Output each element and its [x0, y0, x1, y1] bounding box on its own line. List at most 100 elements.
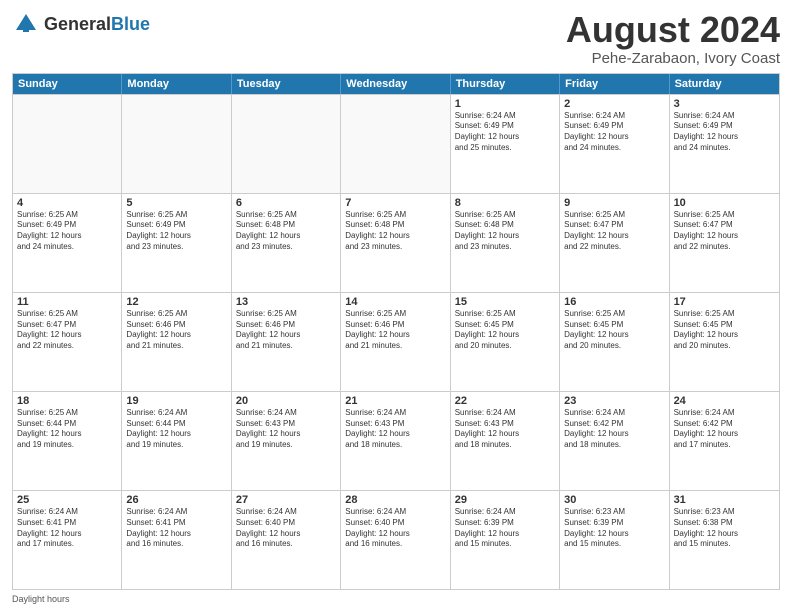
cal-cell: 16Sunrise: 6:25 AM Sunset: 6:45 PM Dayli… [560, 293, 669, 391]
day-number: 2 [564, 98, 664, 110]
day-number: 9 [564, 197, 664, 209]
cal-cell: 20Sunrise: 6:24 AM Sunset: 6:43 PM Dayli… [232, 392, 341, 490]
cell-text: Sunrise: 6:24 AM Sunset: 6:40 PM Dayligh… [236, 507, 336, 550]
cal-row-4: 25Sunrise: 6:24 AM Sunset: 6:41 PM Dayli… [13, 490, 779, 589]
cell-text: Sunrise: 6:24 AM Sunset: 6:40 PM Dayligh… [345, 507, 445, 550]
cal-cell: 22Sunrise: 6:24 AM Sunset: 6:43 PM Dayli… [451, 392, 560, 490]
day-number: 1 [455, 98, 555, 110]
cal-cell: 3Sunrise: 6:24 AM Sunset: 6:49 PM Daylig… [670, 95, 779, 193]
cal-cell: 28Sunrise: 6:24 AM Sunset: 6:40 PM Dayli… [341, 491, 450, 589]
cal-cell: 12Sunrise: 6:25 AM Sunset: 6:46 PM Dayli… [122, 293, 231, 391]
day-number: 29 [455, 494, 555, 506]
cell-text: Sunrise: 6:24 AM Sunset: 6:42 PM Dayligh… [564, 408, 664, 451]
header-cell-saturday: Saturday [670, 74, 779, 94]
cell-text: Sunrise: 6:25 AM Sunset: 6:49 PM Dayligh… [17, 210, 117, 253]
cell-text: Sunrise: 6:24 AM Sunset: 6:49 PM Dayligh… [455, 111, 555, 154]
header-cell-friday: Friday [560, 74, 669, 94]
cal-row-0: 1Sunrise: 6:24 AM Sunset: 6:49 PM Daylig… [13, 94, 779, 193]
cell-text: Sunrise: 6:24 AM Sunset: 6:44 PM Dayligh… [126, 408, 226, 451]
cell-text: Sunrise: 6:25 AM Sunset: 6:45 PM Dayligh… [674, 309, 775, 352]
header-cell-thursday: Thursday [451, 74, 560, 94]
cell-text: Sunrise: 6:25 AM Sunset: 6:45 PM Dayligh… [455, 309, 555, 352]
cal-cell: 29Sunrise: 6:24 AM Sunset: 6:39 PM Dayli… [451, 491, 560, 589]
header-cell-monday: Monday [122, 74, 231, 94]
cal-cell: 6Sunrise: 6:25 AM Sunset: 6:48 PM Daylig… [232, 194, 341, 292]
cell-text: Sunrise: 6:24 AM Sunset: 6:49 PM Dayligh… [564, 111, 664, 154]
cal-cell: 30Sunrise: 6:23 AM Sunset: 6:39 PM Dayli… [560, 491, 669, 589]
day-number: 14 [345, 296, 445, 308]
day-number: 24 [674, 395, 775, 407]
cal-row-2: 11Sunrise: 6:25 AM Sunset: 6:47 PM Dayli… [13, 292, 779, 391]
cell-text: Sunrise: 6:24 AM Sunset: 6:43 PM Dayligh… [455, 408, 555, 451]
cell-text: Sunrise: 6:24 AM Sunset: 6:39 PM Dayligh… [455, 507, 555, 550]
cal-cell: 19Sunrise: 6:24 AM Sunset: 6:44 PM Dayli… [122, 392, 231, 490]
day-number: 6 [236, 197, 336, 209]
day-number: 20 [236, 395, 336, 407]
cell-text: Sunrise: 6:23 AM Sunset: 6:38 PM Dayligh… [674, 507, 775, 550]
cal-row-3: 18Sunrise: 6:25 AM Sunset: 6:44 PM Dayli… [13, 391, 779, 490]
cal-cell: 4Sunrise: 6:25 AM Sunset: 6:49 PM Daylig… [13, 194, 122, 292]
cell-text: Sunrise: 6:25 AM Sunset: 6:47 PM Dayligh… [674, 210, 775, 253]
cell-text: Sunrise: 6:25 AM Sunset: 6:45 PM Dayligh… [564, 309, 664, 352]
day-number: 13 [236, 296, 336, 308]
cal-cell: 5Sunrise: 6:25 AM Sunset: 6:49 PM Daylig… [122, 194, 231, 292]
day-number: 7 [345, 197, 445, 209]
cal-cell: 11Sunrise: 6:25 AM Sunset: 6:47 PM Dayli… [13, 293, 122, 391]
cal-cell: 31Sunrise: 6:23 AM Sunset: 6:38 PM Dayli… [670, 491, 779, 589]
day-number: 12 [126, 296, 226, 308]
cal-cell [13, 95, 122, 193]
cal-cell: 1Sunrise: 6:24 AM Sunset: 6:49 PM Daylig… [451, 95, 560, 193]
cell-text: Sunrise: 6:25 AM Sunset: 6:48 PM Dayligh… [345, 210, 445, 253]
cell-text: Sunrise: 6:25 AM Sunset: 6:49 PM Dayligh… [126, 210, 226, 253]
day-number: 28 [345, 494, 445, 506]
main-title: August 2024 [566, 10, 780, 50]
title-section: August 2024 Pehe-Zarabaon, Ivory Coast [566, 10, 780, 67]
header-cell-tuesday: Tuesday [232, 74, 341, 94]
day-number: 4 [17, 197, 117, 209]
logo: GeneralBlue [12, 10, 150, 38]
day-number: 5 [126, 197, 226, 209]
day-number: 19 [126, 395, 226, 407]
calendar: SundayMondayTuesdayWednesdayThursdayFrid… [12, 73, 780, 590]
cal-cell: 26Sunrise: 6:24 AM Sunset: 6:41 PM Dayli… [122, 491, 231, 589]
day-number: 27 [236, 494, 336, 506]
header-cell-sunday: Sunday [13, 74, 122, 94]
cell-text: Sunrise: 6:24 AM Sunset: 6:41 PM Dayligh… [17, 507, 117, 550]
cal-cell: 15Sunrise: 6:25 AM Sunset: 6:45 PM Dayli… [451, 293, 560, 391]
cal-cell: 13Sunrise: 6:25 AM Sunset: 6:46 PM Dayli… [232, 293, 341, 391]
cell-text: Sunrise: 6:24 AM Sunset: 6:41 PM Dayligh… [126, 507, 226, 550]
calendar-body: 1Sunrise: 6:24 AM Sunset: 6:49 PM Daylig… [13, 94, 779, 589]
day-number: 25 [17, 494, 117, 506]
cal-cell: 23Sunrise: 6:24 AM Sunset: 6:42 PM Dayli… [560, 392, 669, 490]
cell-text: Sunrise: 6:24 AM Sunset: 6:49 PM Dayligh… [674, 111, 775, 154]
cal-cell: 14Sunrise: 6:25 AM Sunset: 6:46 PM Dayli… [341, 293, 450, 391]
cell-text: Sunrise: 6:24 AM Sunset: 6:43 PM Dayligh… [345, 408, 445, 451]
calendar-header: SundayMondayTuesdayWednesdayThursdayFrid… [13, 74, 779, 94]
cal-cell: 2Sunrise: 6:24 AM Sunset: 6:49 PM Daylig… [560, 95, 669, 193]
cal-cell [341, 95, 450, 193]
day-number: 30 [564, 494, 664, 506]
cal-cell [232, 95, 341, 193]
day-number: 22 [455, 395, 555, 407]
header-cell-wednesday: Wednesday [341, 74, 450, 94]
cell-text: Sunrise: 6:25 AM Sunset: 6:48 PM Dayligh… [236, 210, 336, 253]
day-number: 3 [674, 98, 775, 110]
day-number: 18 [17, 395, 117, 407]
day-number: 21 [345, 395, 445, 407]
cal-cell: 10Sunrise: 6:25 AM Sunset: 6:47 PM Dayli… [670, 194, 779, 292]
cal-cell: 18Sunrise: 6:25 AM Sunset: 6:44 PM Dayli… [13, 392, 122, 490]
cal-cell [122, 95, 231, 193]
day-number: 31 [674, 494, 775, 506]
cell-text: Sunrise: 6:25 AM Sunset: 6:44 PM Dayligh… [17, 408, 117, 451]
cal-cell: 25Sunrise: 6:24 AM Sunset: 6:41 PM Dayli… [13, 491, 122, 589]
cell-text: Sunrise: 6:25 AM Sunset: 6:48 PM Dayligh… [455, 210, 555, 253]
cell-text: Sunrise: 6:25 AM Sunset: 6:46 PM Dayligh… [126, 309, 226, 352]
footer: Daylight hours [12, 594, 780, 604]
logo-blue: Blue [111, 14, 150, 34]
day-number: 17 [674, 296, 775, 308]
cal-row-1: 4Sunrise: 6:25 AM Sunset: 6:49 PM Daylig… [13, 193, 779, 292]
cal-cell: 17Sunrise: 6:25 AM Sunset: 6:45 PM Dayli… [670, 293, 779, 391]
cell-text: Sunrise: 6:24 AM Sunset: 6:42 PM Dayligh… [674, 408, 775, 451]
daylight-label: Daylight hours [12, 594, 70, 604]
cal-cell: 21Sunrise: 6:24 AM Sunset: 6:43 PM Dayli… [341, 392, 450, 490]
